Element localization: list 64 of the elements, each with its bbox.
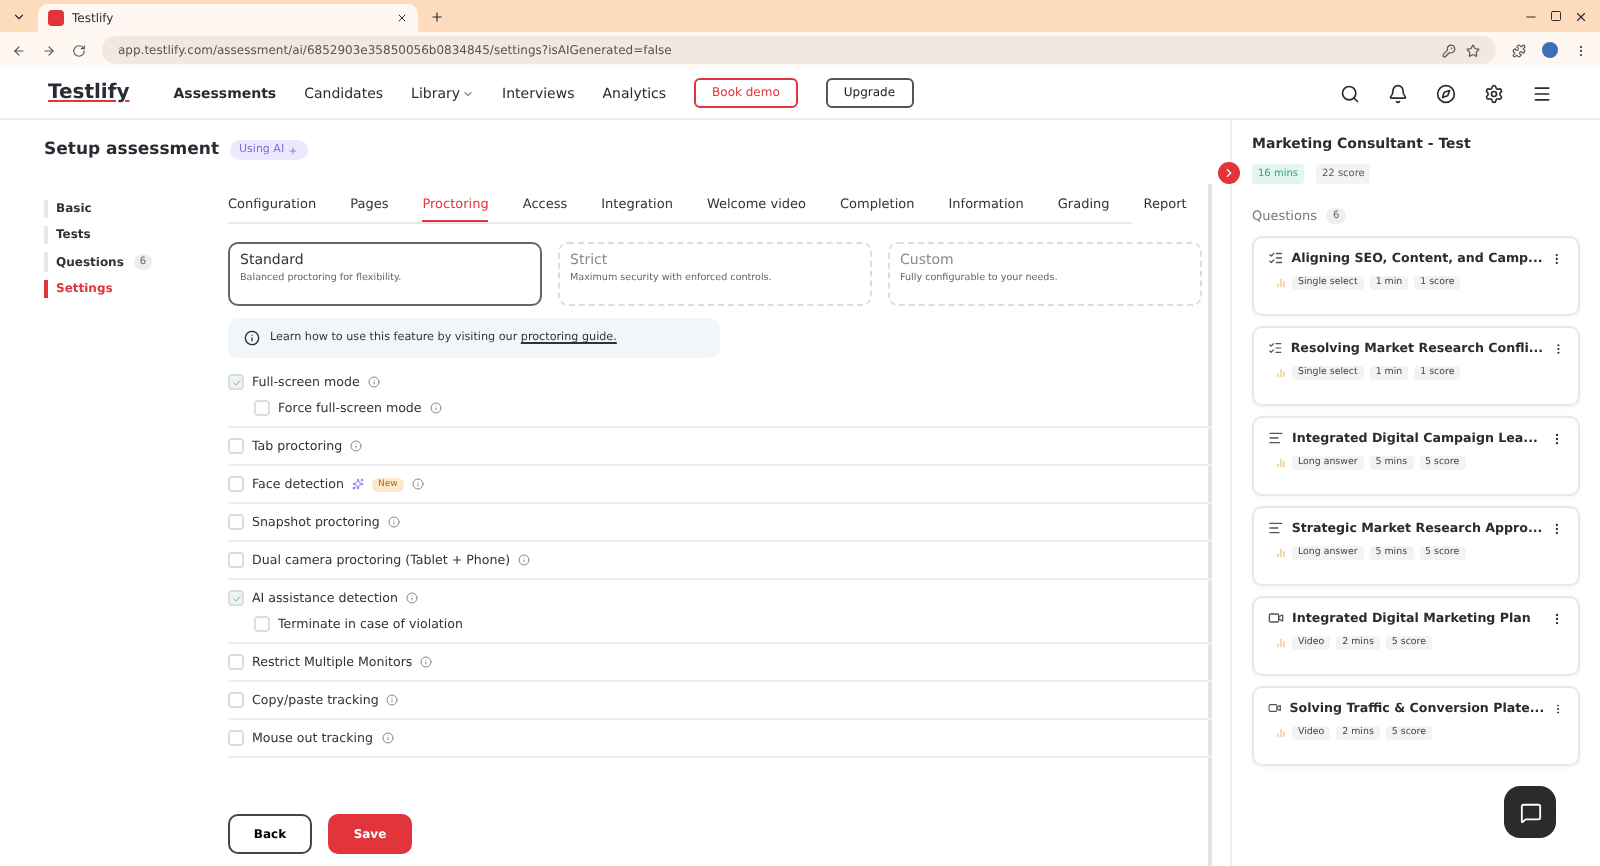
info-icon bbox=[518, 554, 531, 566]
info-icon bbox=[406, 592, 419, 604]
chat-button[interactable] bbox=[1504, 786, 1556, 838]
list-icon bbox=[1268, 340, 1283, 356]
close-icon[interactable] bbox=[396, 12, 408, 24]
difficulty-icon bbox=[1276, 728, 1286, 738]
search-icon[interactable] bbox=[1340, 83, 1360, 103]
reload-icon[interactable] bbox=[72, 43, 86, 57]
chevron-icon bbox=[462, 87, 475, 99]
info-icon bbox=[244, 330, 260, 346]
more-icon[interactable] bbox=[1550, 611, 1564, 625]
tab-list-icon[interactable] bbox=[12, 9, 26, 23]
video-icon bbox=[1268, 700, 1282, 716]
profile-avatar[interactable] bbox=[1542, 42, 1558, 58]
menu-icon[interactable] bbox=[1532, 83, 1552, 103]
forward-icon[interactable] bbox=[42, 43, 56, 57]
checkbox[interactable] bbox=[228, 438, 244, 454]
checkbox[interactable] bbox=[228, 476, 244, 492]
logo[interactable]: Testlify bbox=[48, 82, 130, 104]
difficulty-icon bbox=[1276, 368, 1286, 378]
checkbox[interactable] bbox=[228, 552, 244, 568]
info-icon bbox=[387, 516, 400, 528]
list-icon bbox=[1268, 250, 1284, 266]
more-icon[interactable] bbox=[1550, 521, 1564, 535]
text-lines-icon bbox=[1268, 520, 1284, 536]
close-icon[interactable] bbox=[1574, 9, 1588, 23]
compass-icon[interactable] bbox=[1436, 83, 1456, 103]
checkbox[interactable] bbox=[254, 616, 270, 632]
new-tab-icon[interactable] bbox=[430, 9, 444, 23]
checkbox[interactable] bbox=[228, 514, 244, 530]
favicon-icon bbox=[48, 10, 64, 26]
settings-icon[interactable] bbox=[1484, 83, 1504, 103]
difficulty-icon bbox=[1276, 458, 1286, 468]
checkbox[interactable] bbox=[228, 730, 244, 746]
checkbox[interactable] bbox=[228, 374, 244, 390]
sparkle-icon bbox=[351, 478, 364, 490]
more-icon[interactable] bbox=[1574, 43, 1588, 57]
video-icon bbox=[1268, 610, 1284, 626]
back-icon[interactable] bbox=[12, 43, 26, 57]
key-icon[interactable] bbox=[1442, 43, 1456, 57]
info-icon bbox=[386, 694, 399, 706]
extensions-icon[interactable] bbox=[1512, 43, 1526, 57]
star-icon[interactable] bbox=[1466, 43, 1480, 57]
difficulty-icon bbox=[1276, 548, 1286, 558]
info-icon bbox=[420, 656, 433, 668]
collapse-button[interactable] bbox=[1218, 162, 1240, 184]
more-icon[interactable] bbox=[1550, 431, 1564, 445]
checkbox[interactable] bbox=[228, 692, 244, 708]
text-lines-icon bbox=[1268, 430, 1284, 446]
info-icon bbox=[350, 440, 363, 452]
info-icon bbox=[367, 376, 380, 388]
checkbox[interactable] bbox=[228, 654, 244, 670]
difficulty-icon bbox=[1276, 278, 1286, 288]
page-title: Setup assessment bbox=[44, 140, 220, 160]
checkbox[interactable] bbox=[254, 400, 270, 416]
checkbox[interactable] bbox=[228, 590, 244, 606]
bell-icon[interactable] bbox=[1388, 83, 1408, 103]
chat-icon bbox=[1519, 801, 1541, 823]
difficulty-icon bbox=[1276, 638, 1286, 648]
chevron-icon bbox=[1222, 166, 1236, 180]
info-icon bbox=[411, 478, 424, 490]
info-icon bbox=[381, 732, 394, 744]
maximize-icon[interactable] bbox=[1550, 10, 1562, 22]
info-icon bbox=[429, 402, 442, 414]
